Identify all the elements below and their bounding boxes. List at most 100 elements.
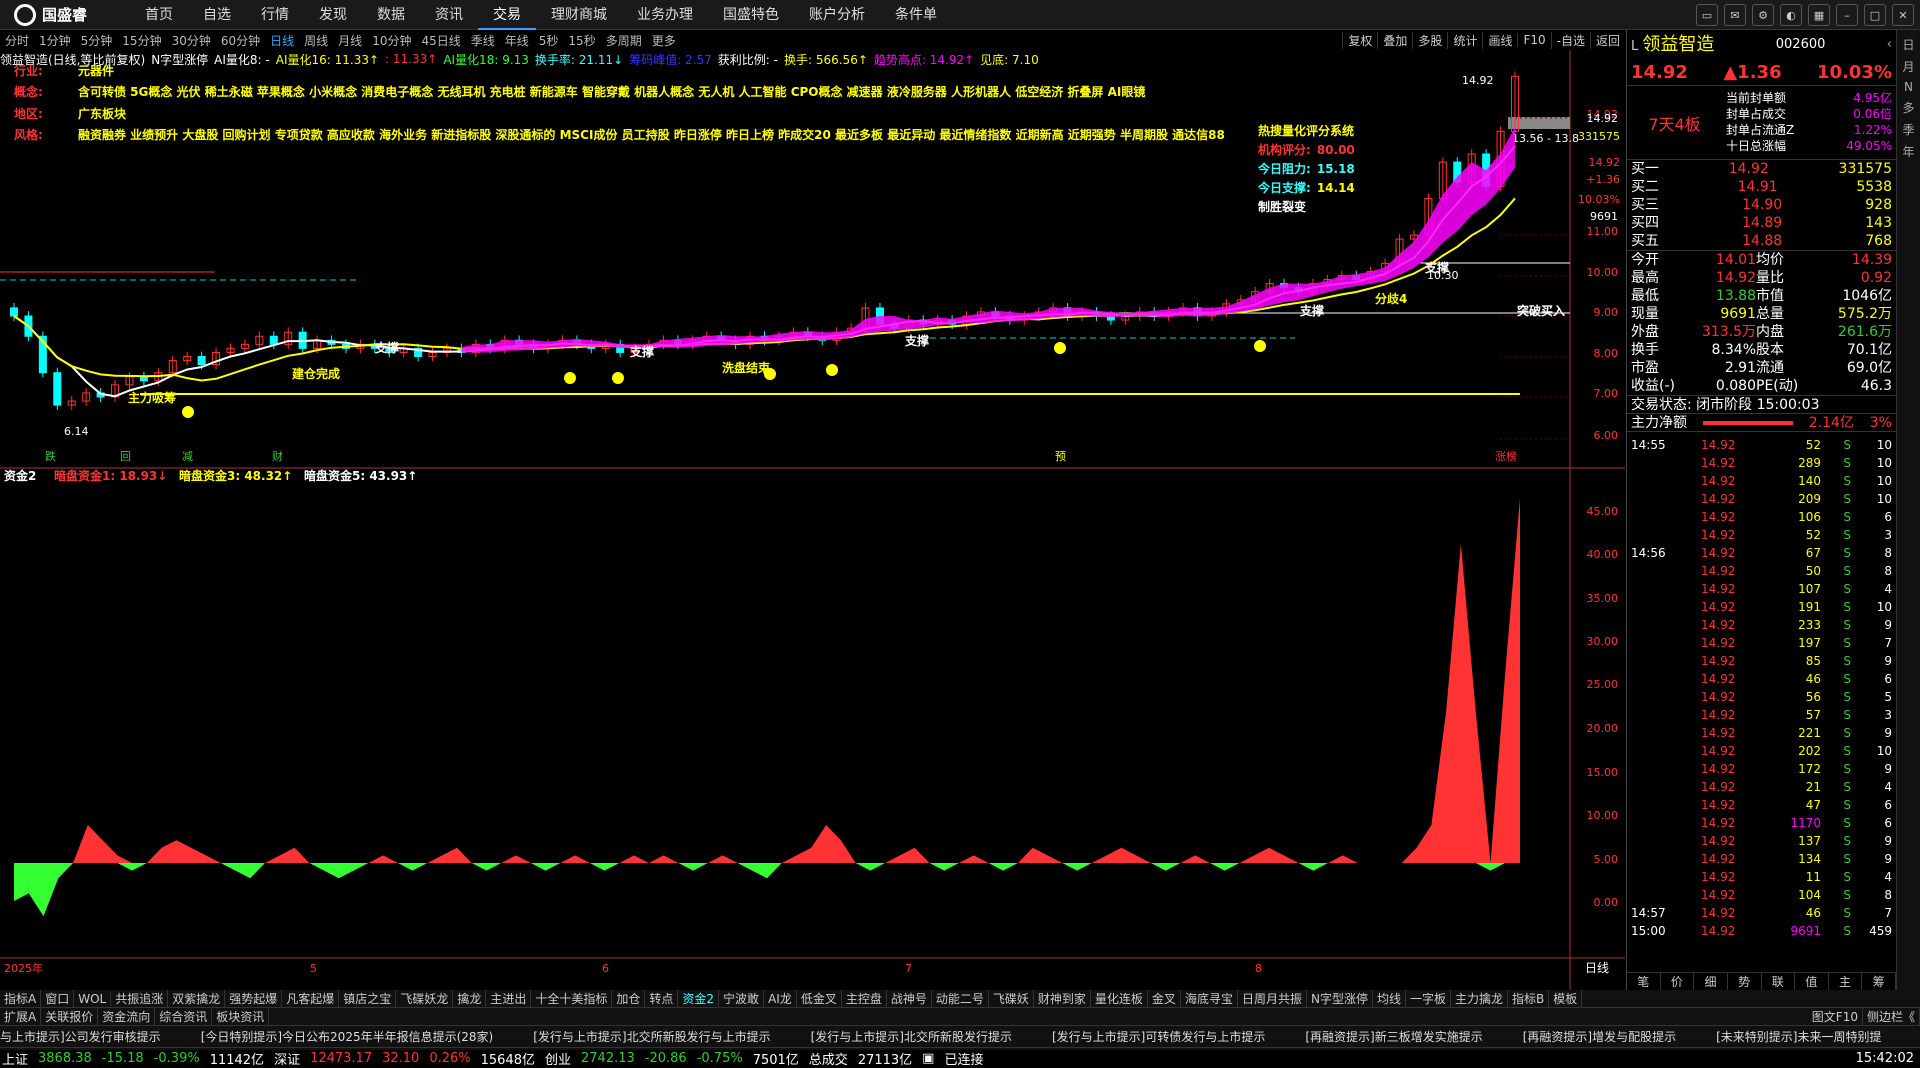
side-tab[interactable]: 多 <box>1900 99 1918 116</box>
indicator-tab[interactable]: 窗口 <box>41 990 75 1007</box>
indicator-tab[interactable]: 战神号 <box>887 990 932 1007</box>
extension-tab[interactable]: 资金流向 <box>98 1008 156 1025</box>
indicator-tab[interactable]: WOL <box>74 991 112 1006</box>
indicator-tab[interactable]: 主进出 <box>486 990 532 1007</box>
panel-tab[interactable]: 联 <box>1762 973 1796 990</box>
chart-tool-button[interactable]: F10 <box>1517 33 1550 47</box>
timeframe-tab[interactable]: 周线 <box>299 32 333 49</box>
news-item[interactable]: [发行与上市提示]北交所新股发行与上市提示 <box>533 1028 770 1045</box>
panel-tab[interactable]: 价 <box>1661 973 1695 990</box>
chart-tool-button[interactable]: 返回 <box>1589 31 1625 49</box>
timeframe-tab[interactable]: 更多 <box>647 32 681 49</box>
indicator-tab[interactable]: 动能二号 <box>932 990 989 1007</box>
timeframe-tab[interactable]: 5秒 <box>534 32 564 49</box>
maximize-icon[interactable]: □ <box>1864 4 1886 26</box>
indicator-tab[interactable]: 飞碟妖 <box>989 990 1034 1007</box>
chart-tool-button[interactable]: 复权 <box>1342 31 1377 49</box>
panel-tab[interactable]: 筹 <box>1862 973 1896 990</box>
indicator-tab[interactable]: 强势起爆 <box>225 990 283 1007</box>
indicator-tab[interactable]: 十全十美指标 <box>531 990 613 1007</box>
news-item[interactable]: [发行与上市提示]北交所新股发行提示 <box>811 1028 1012 1045</box>
indicator-tab[interactable]: 主控盘 <box>842 990 887 1007</box>
indicator-tab[interactable]: N字型涨停 <box>1307 990 1373 1007</box>
side-tab[interactable]: 月 <box>1900 58 1918 75</box>
extension-tab[interactable]: 关联报价 <box>41 1008 99 1025</box>
indicator-tab[interactable]: 凡客起爆 <box>282 990 340 1007</box>
news-item[interactable]: [再融资提示]新三板增发实施提示 <box>1305 1028 1482 1045</box>
book-row[interactable]: 买三 14.90 928 <box>1627 196 1896 214</box>
side-tab[interactable]: 日 <box>1900 36 1918 53</box>
indicator-tab[interactable]: 宁波敢 <box>719 990 765 1007</box>
extension-tab[interactable]: 综合资讯 <box>155 1008 213 1025</box>
timeframe-tab[interactable]: 60分钟 <box>216 32 265 49</box>
indicator-tab[interactable]: 海底寻宝 <box>1181 990 1238 1007</box>
indicator-tab[interactable]: 主力擒龙 <box>1451 990 1508 1007</box>
indicator-tab[interactable]: 飞碟妖龙 <box>396 990 454 1007</box>
book-row[interactable]: 买四 14.89 143 <box>1627 214 1896 232</box>
extension-tab[interactable]: 板块资讯 <box>212 1008 270 1025</box>
menu-item[interactable]: 账户分析 <box>794 0 880 30</box>
timeframe-tab[interactable]: 45日线 <box>416 32 465 49</box>
indicator-tab[interactable]: 擒龙 <box>453 990 487 1007</box>
timeframe-tab[interactable]: 多周期 <box>601 32 647 49</box>
menu-item[interactable]: 行情 <box>246 0 304 30</box>
chart-tool-button[interactable]: -自选 <box>1550 31 1590 49</box>
tool-icon[interactable]: ⚙ <box>1752 4 1774 26</box>
menu-item[interactable]: 资讯 <box>420 0 478 30</box>
side-tab[interactable]: N <box>1900 80 1918 94</box>
timeframe-tab[interactable]: 15秒 <box>563 32 600 49</box>
f10-tab[interactable]: 图文F10 <box>1808 1008 1863 1025</box>
indicator-tab[interactable]: 均线 <box>1373 990 1406 1007</box>
indicator-tab[interactable]: AI龙 <box>764 990 797 1007</box>
message-icon[interactable]: ✉ <box>1724 4 1746 26</box>
kline-chart[interactable]: 14.92 11.00 10.00 9.00 8.00 7.00 6.00 14.92 3315… <box>0 50 1625 990</box>
indicator-tab[interactable]: 金叉 <box>1148 990 1181 1007</box>
menu-item[interactable]: 业务办理 <box>622 0 708 30</box>
side-tab[interactable]: 年 <box>1900 143 1918 160</box>
chart-tool-button[interactable]: 画线 <box>1482 31 1517 49</box>
panel-tab[interactable]: 细 <box>1694 973 1728 990</box>
chat-icon[interactable]: ▭ <box>1696 4 1718 26</box>
timeframe-tab[interactable]: 1分钟 <box>34 32 76 49</box>
timeframe-tab[interactable]: 10分钟 <box>367 32 416 49</box>
timeframe-tab[interactable]: 5分钟 <box>76 32 118 49</box>
news-item[interactable]: [再融资提示]增发与配股提示 <box>1523 1028 1676 1045</box>
indicator-tab[interactable]: 一字板 <box>1406 990 1451 1007</box>
extension-tab[interactable]: 扩展A <box>0 1008 42 1025</box>
layout-icon[interactable]: ▦ <box>1808 4 1830 26</box>
menu-item[interactable]: 数据 <box>362 0 420 30</box>
indicator-tab[interactable]: 指标A <box>0 990 42 1007</box>
news-item[interactable]: 与上市提示]公司发行审核提示 <box>0 1028 161 1045</box>
timeframe-tab[interactable]: 15分钟 <box>117 32 166 49</box>
indicator-tab[interactable]: 财神到家 <box>1034 990 1091 1007</box>
book-row[interactable]: 买二 14.91 5538 <box>1627 178 1896 196</box>
panel-tab[interactable]: 值 <box>1795 973 1829 990</box>
panel-tab[interactable]: 势 <box>1728 973 1762 990</box>
menu-item[interactable]: 首页 <box>130 0 188 30</box>
news-item[interactable]: [今日特别提示]今日公布2025年半年报信息提示(28家) <box>201 1028 494 1045</box>
chart-tool-button[interactable]: 叠加 <box>1377 31 1412 49</box>
timeframe-tab[interactable]: 30分钟 <box>167 32 216 49</box>
side-tab[interactable]: 季 <box>1900 121 1918 138</box>
indicator-tab[interactable]: 低金叉 <box>797 990 842 1007</box>
timeframe-tab[interactable]: 季线 <box>466 32 500 49</box>
indicator-tab[interactable]: 量化连板 <box>1091 990 1148 1007</box>
news-item[interactable]: [未来特别提示]未来一周特别提 <box>1716 1028 1881 1045</box>
indicator-tab[interactable]: 模板 <box>1549 990 1583 1007</box>
indicator-tab[interactable]: 镇店之宝 <box>339 990 397 1007</box>
indicator-tab[interactable]: 加仓 <box>612 990 646 1007</box>
skin-icon[interactable]: ◐ <box>1780 4 1802 26</box>
collapse-icon[interactable]: ‹ <box>1887 30 1892 60</box>
menu-item[interactable]: 发现 <box>304 0 362 30</box>
close-icon[interactable]: ✕ <box>1892 4 1914 26</box>
indicator-tab[interactable]: 资金2 <box>678 990 720 1007</box>
panel-tab[interactable]: 主 <box>1829 973 1863 990</box>
timeframe-tab[interactable]: 日线 <box>265 32 299 49</box>
menu-item[interactable]: 理财商城 <box>536 0 622 30</box>
news-item[interactable]: [发行与上市提示]可转债发行与上市提示 <box>1052 1028 1265 1045</box>
menu-item[interactable]: 国盛特色 <box>708 0 794 30</box>
chart-tool-button[interactable]: 统计 <box>1447 31 1482 49</box>
minimize-icon[interactable]: – <box>1836 4 1858 26</box>
book-row[interactable]: 买一 14.92 331575 <box>1627 160 1896 178</box>
timeframe-tab[interactable]: 月线 <box>333 32 367 49</box>
